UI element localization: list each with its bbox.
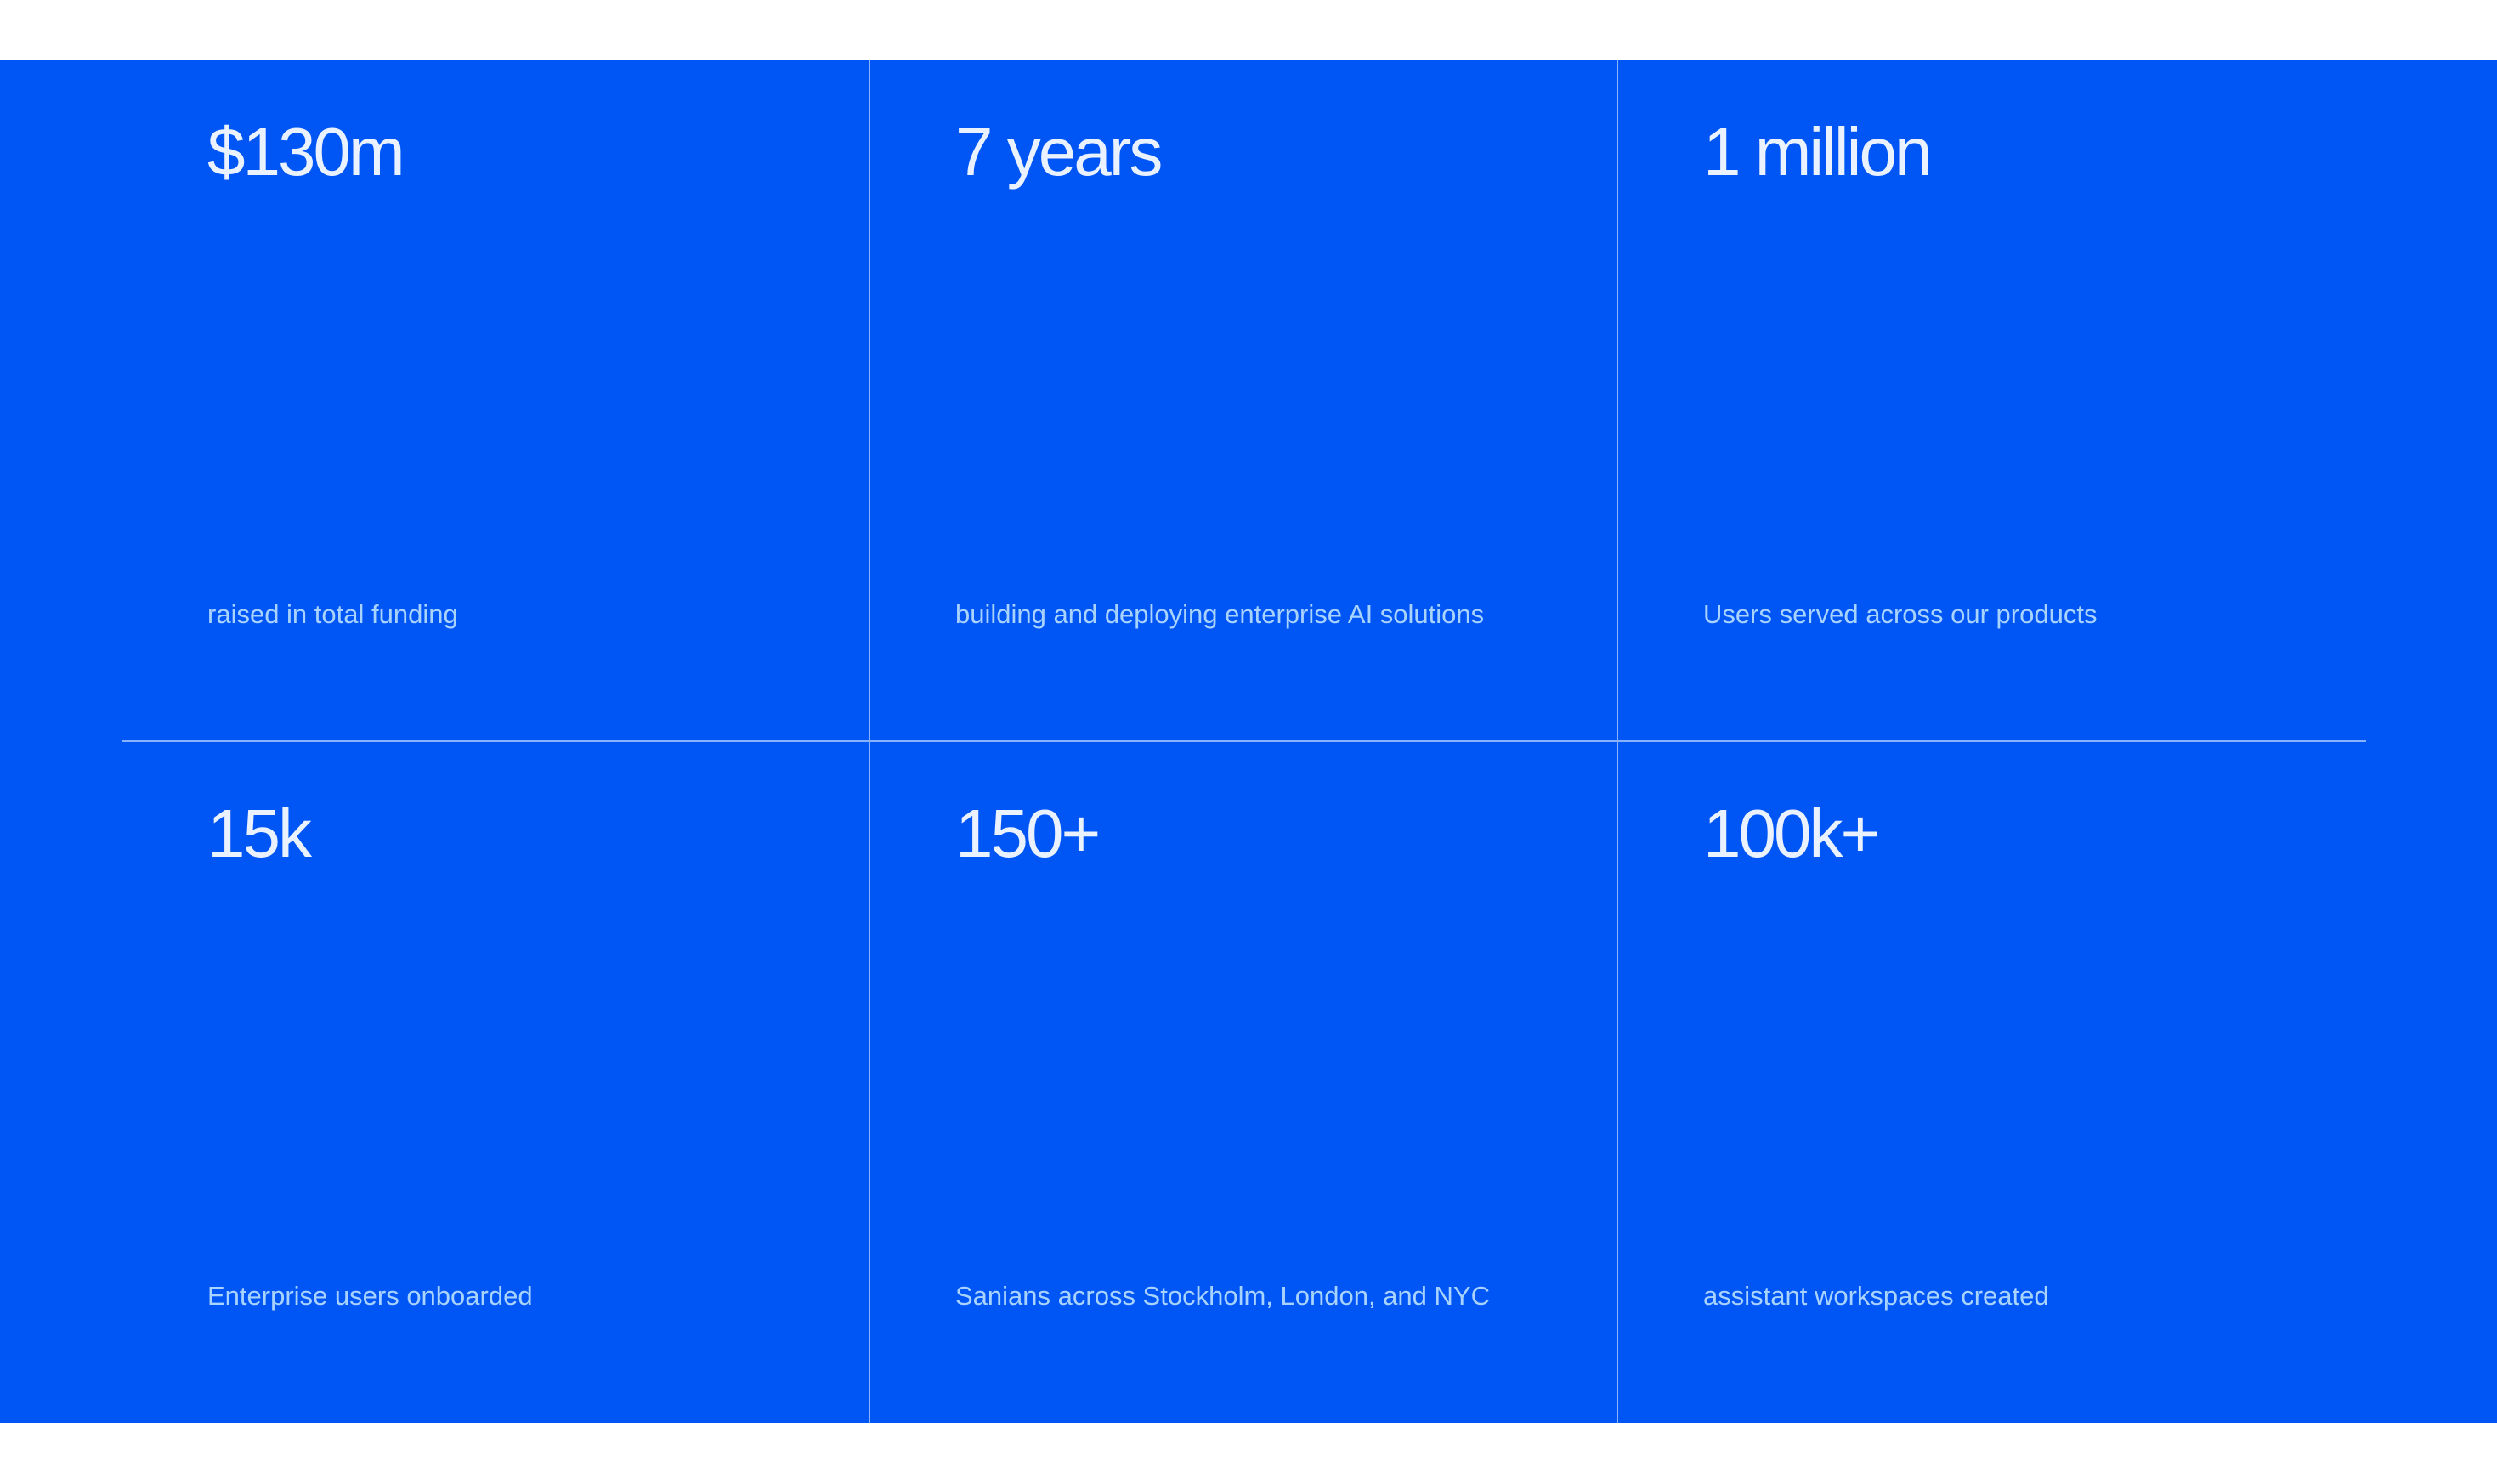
stat-card-enterprise-users: 15k Enterprise users onboarded [122,742,870,1423]
stat-label: building and deploying enterprise AI sol… [955,599,1485,629]
stat-label: Sanians across Stockholm, London, and NY… [955,1281,1490,1311]
stat-value: 1 million [1703,114,1932,190]
stat-card-years: 7 years building and deploying enterpris… [870,60,1618,742]
stats-section: $130m raised in total funding 7 years bu… [0,60,2497,1423]
stat-card-funding: $130m raised in total funding [122,60,870,742]
stat-value: 150+ [955,796,1101,871]
stat-label: raised in total funding [207,599,458,629]
stat-card-users: 1 million Users served across our produc… [1618,60,2366,742]
stat-card-workspaces: 100k+ assistant workspaces created [1618,742,2366,1423]
stat-label: Enterprise users onboarded [207,1281,533,1311]
stat-value: 7 years [955,114,1163,190]
stat-card-team: 150+ Sanians across Stockholm, London, a… [870,742,1618,1423]
stat-value: $130m [207,114,405,190]
stat-label: assistant workspaces created [1703,1281,2049,1311]
stat-label: Users served across our products [1703,599,2098,629]
stat-value: 100k+ [1703,796,1880,871]
stat-value: 15k [207,796,312,871]
stats-grid: $130m raised in total funding 7 years bu… [122,60,2366,1423]
